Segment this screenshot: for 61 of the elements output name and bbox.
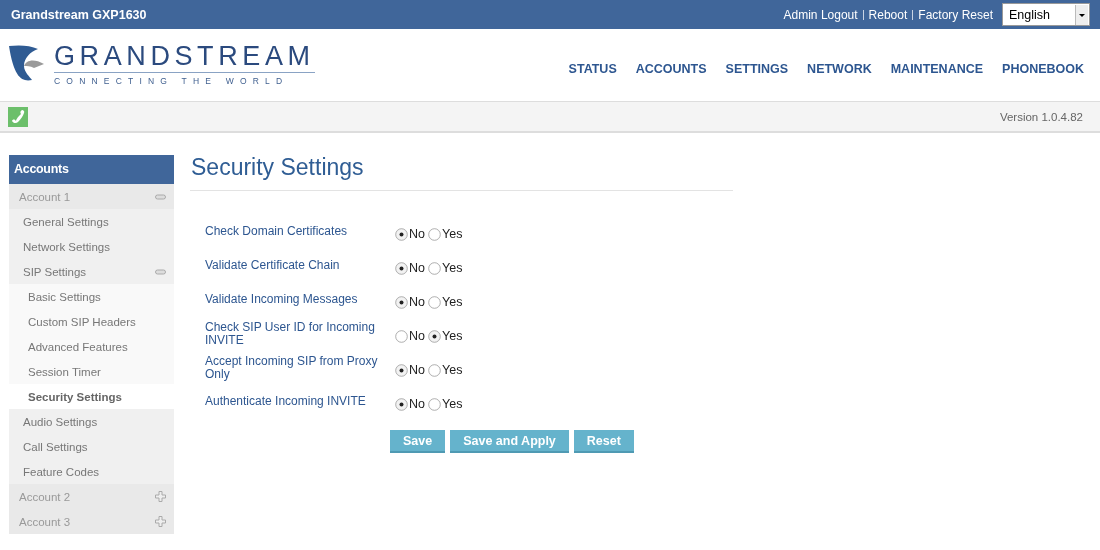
nav-tab[interactable]: SETTINGS bbox=[725, 62, 789, 76]
radio-option[interactable]: Yes bbox=[428, 227, 463, 241]
radio-button[interactable] bbox=[428, 363, 441, 377]
sidebar-item[interactable]: Feature Codes bbox=[9, 459, 174, 484]
setting-label: Validate Incoming Messages bbox=[205, 293, 359, 306]
version-text: Version 1.0.4.82 bbox=[999, 110, 1083, 123]
radio-button[interactable] bbox=[428, 295, 441, 309]
sidebar-item[interactable]: Audio Settings bbox=[9, 409, 174, 434]
radio-button[interactable] bbox=[428, 261, 441, 275]
sidebar-heading: Accounts bbox=[9, 155, 174, 184]
top-link[interactable]: Factory Reset bbox=[918, 7, 993, 22]
logo-name: GRANDSTREAM bbox=[54, 42, 315, 73]
radio-option[interactable]: No bbox=[395, 295, 425, 309]
collapse-icon[interactable] bbox=[155, 193, 166, 200]
radio-button[interactable] bbox=[395, 363, 408, 377]
nav-tab[interactable]: ACCOUNTS bbox=[635, 62, 707, 76]
radio-button[interactable] bbox=[428, 397, 441, 411]
radio-button[interactable] bbox=[395, 261, 408, 275]
expand-icon[interactable] bbox=[155, 516, 166, 527]
collapse-icon[interactable] bbox=[155, 268, 166, 275]
radio-option[interactable]: Yes bbox=[428, 397, 463, 411]
sidebar-item[interactable]: SIP Settings bbox=[9, 259, 174, 284]
sidebar-item[interactable]: Custom SIP Headers bbox=[9, 309, 174, 334]
radio-button[interactable] bbox=[395, 329, 408, 343]
radio-button[interactable] bbox=[428, 227, 441, 241]
radio-button[interactable] bbox=[395, 397, 408, 411]
sidebar-item[interactable]: Advanced Features bbox=[9, 334, 174, 359]
radio-option[interactable]: No bbox=[395, 329, 425, 343]
nav-tab[interactable]: PHONEBOOK bbox=[1002, 62, 1084, 76]
setting-label: Check SIP User ID for Incoming INVITE bbox=[205, 320, 376, 347]
radio-button[interactable] bbox=[395, 227, 408, 241]
sidebar-item[interactable]: Basic Settings bbox=[9, 284, 174, 309]
radio-button[interactable] bbox=[395, 295, 408, 309]
phone-icon[interactable] bbox=[8, 106, 28, 127]
radio-option[interactable]: No bbox=[395, 363, 425, 377]
sidebar-item[interactable]: Call Settings bbox=[9, 434, 174, 459]
nav-tab[interactable]: STATUS bbox=[568, 62, 617, 76]
radio-option[interactable]: Yes bbox=[428, 363, 463, 377]
radio-button[interactable] bbox=[428, 329, 441, 343]
setting-label: Validate Certificate Chain bbox=[205, 259, 341, 272]
sidebar-item[interactable]: General Settings bbox=[9, 209, 174, 234]
radio-option[interactable]: Yes bbox=[428, 261, 463, 275]
radio-option[interactable]: Yes bbox=[428, 329, 463, 343]
nav-tab[interactable]: NETWORK bbox=[807, 62, 872, 76]
expand-icon[interactable] bbox=[155, 491, 166, 502]
radio-option[interactable]: Yes bbox=[428, 295, 463, 309]
nav-tab[interactable]: MAINTENANCE bbox=[890, 62, 984, 76]
language-dropdown[interactable]: English bbox=[1002, 3, 1090, 26]
top-link[interactable]: Admin Logout bbox=[783, 7, 858, 22]
sidebar-item[interactable]: Network Settings bbox=[9, 234, 174, 259]
setting-label: Authenticate Incoming INVITE bbox=[205, 395, 367, 408]
page-title: Security Settings bbox=[190, 155, 733, 191]
radio-option[interactable]: No bbox=[395, 227, 425, 241]
sidebar-item[interactable]: Session Timer bbox=[9, 359, 174, 384]
setting-label: Check Domain Certificates bbox=[205, 225, 349, 238]
top-link[interactable]: Reboot bbox=[868, 7, 908, 22]
radio-option[interactable]: No bbox=[395, 397, 425, 411]
setting-label: Accept Incoming SIP from Proxy Only bbox=[205, 354, 379, 381]
radio-option[interactable]: No bbox=[395, 261, 425, 275]
device-title: Grandstream GXP1630 bbox=[11, 7, 148, 22]
logo-tagline: CONNECTING THE WORLD bbox=[54, 76, 290, 86]
